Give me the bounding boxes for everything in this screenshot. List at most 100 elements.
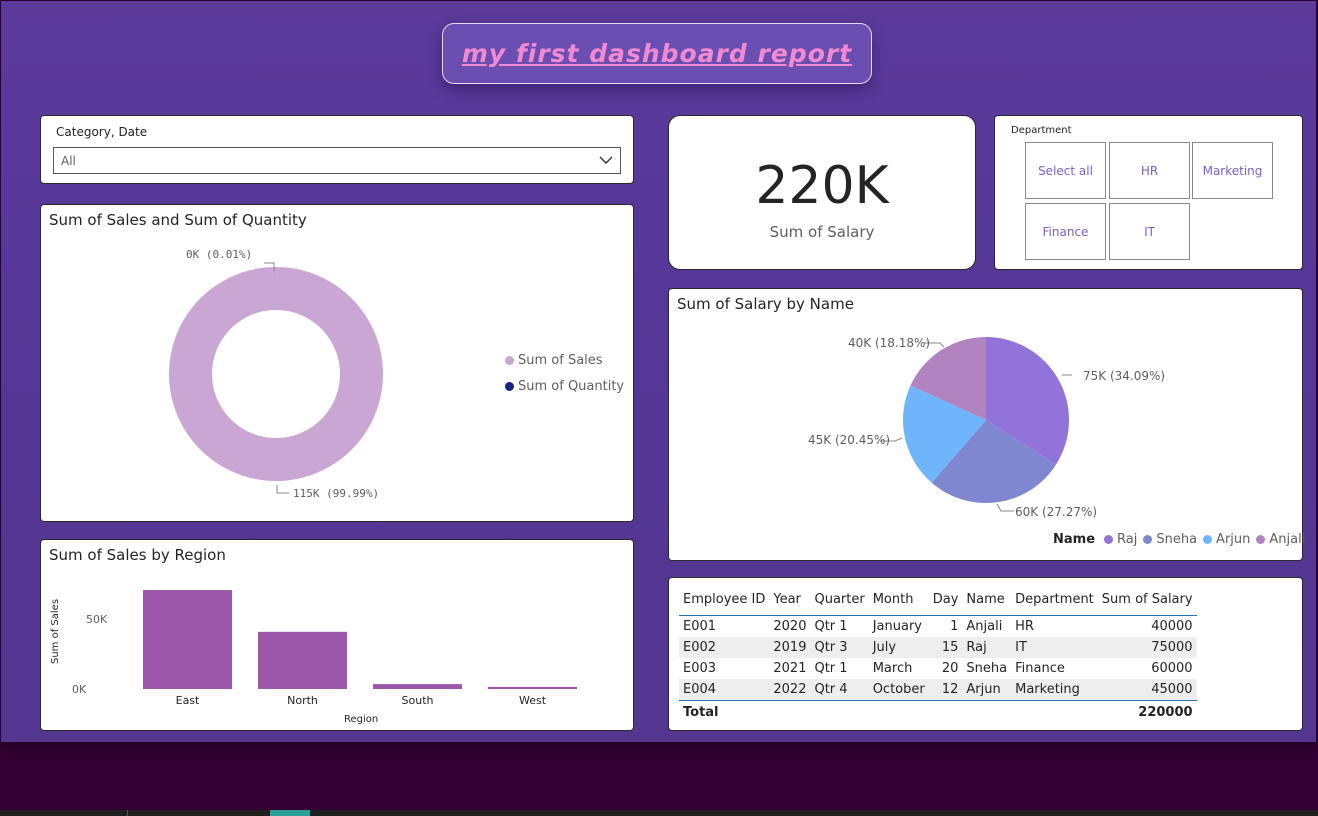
table-cell: Finance (1015, 661, 1065, 676)
pie-chart-card: Sum of Salary by Name 75K (34.09%) 40K (… (668, 288, 1305, 561)
salary-table: Employee ID Year Quarter Month Day Name … (679, 584, 1197, 723)
legend-item-sum-of-sales[interactable]: Sum of Sales (505, 353, 603, 368)
pie-chart: 75K (34.09%) 40K (18.18%) 45K (20.45%) 6… (808, 336, 1165, 519)
pie-legend: Name Raj Sneha Arjun Anjali (1053, 532, 1305, 547)
legend-item-arjun[interactable]: Arjun (1203, 532, 1250, 547)
kpi-card: 220K Sum of Salary (668, 115, 976, 270)
pie-label-anjali: 40K (18.18%) (848, 336, 930, 350)
bar-chart: 50K 0K Sum of Sales Region East North Sout… (50, 590, 577, 725)
table-row[interactable]: E004 2022 Qtr 4 October 12 Arjun Marketi… (679, 679, 1197, 701)
legend-item-anjali[interactable]: Anjali (1256, 532, 1305, 547)
y-tick-50k: 50K (86, 613, 108, 626)
legend-dot-icon (1143, 535, 1153, 544)
table-cell: 2020 (773, 619, 807, 634)
table-cell: Qtr 1 (814, 661, 848, 676)
column-header[interactable]: Employee ID (679, 584, 770, 616)
table-cell: E004 (679, 679, 770, 701)
legend-item-sneha[interactable]: Sneha (1143, 532, 1197, 547)
table-cell: 75000 (1097, 637, 1197, 658)
bar-north[interactable] (258, 631, 347, 689)
category-date-slicer: Category, Date All (40, 115, 634, 184)
legend-item-raj[interactable]: Raj (1104, 532, 1137, 547)
table-cell: Sneha (966, 661, 1008, 676)
table-cell: 2021 (773, 661, 807, 676)
chevron-down-icon (598, 152, 614, 172)
pie-label-arjun: 45K (20.45%) (808, 433, 890, 447)
x-tick-label: North (287, 694, 318, 707)
slice-sum-of-sales[interactable] (169, 267, 384, 481)
table-cell: July (868, 637, 929, 658)
column-header[interactable]: Day (928, 584, 963, 616)
table-row[interactable]: E002 2019 Qtr 3 July 15 Raj IT 75000 (679, 637, 1197, 658)
column-header[interactable]: Sum of Salary (1097, 584, 1197, 616)
dropdown-value: All (61, 154, 76, 168)
column-header[interactable]: Name (962, 584, 1012, 616)
pie-label-raj: 75K (34.09%) (1083, 369, 1165, 383)
department-label: Department (1011, 125, 1072, 136)
table-header-row: Employee ID Year Quarter Month Day Name … (679, 584, 1197, 616)
table-cell: January (872, 619, 922, 634)
taskbar-separator (127, 810, 128, 816)
donut-label-large: 115K (99.99%) (293, 487, 379, 500)
y-tick-0k: 0K (72, 683, 87, 696)
department-slicer: Department Select all HR Marketing Finan… (994, 115, 1303, 270)
table-cell: 60000 (1151, 661, 1193, 676)
table-cell: 40000 (1151, 619, 1193, 634)
bar-chart-card: Sum of Sales by Region 50K 0K Sum of Sal… (40, 539, 634, 731)
table-cell: IT (1011, 637, 1098, 658)
legend-item-sum-of-quantity[interactable]: Sum of Quantity (505, 379, 624, 394)
table-cell: E003 (683, 661, 717, 676)
legend-label: Sum of Sales (518, 353, 603, 368)
table-cell: Qtr 4 (810, 679, 869, 701)
table-cell: Anjali (966, 619, 1003, 634)
table-cell: 20 (941, 661, 959, 676)
table-cell: Qtr 1 (814, 619, 848, 634)
column-header[interactable]: Quarter (810, 584, 869, 616)
tile-hr[interactable]: HR (1109, 142, 1190, 199)
table-cell: 1 (950, 619, 959, 634)
slicer-label: Category, Date (56, 125, 148, 139)
legend-dot-icon (1256, 535, 1266, 544)
legend-dot-icon (505, 382, 514, 391)
table-cell: E001 (683, 619, 717, 634)
kpi-label: Sum of Salary (769, 223, 875, 241)
table-cell: E002 (679, 637, 770, 658)
tile-select-all[interactable]: Select all (1025, 142, 1106, 199)
table-cell: Qtr 3 (810, 637, 869, 658)
donut-chart-card: Sum of Sales and Sum of Quantity 0K (0.0… (40, 204, 634, 522)
table-total-row: Total 220000 (679, 701, 1197, 724)
tile-finance[interactable]: Finance (1025, 203, 1106, 260)
bar-west[interactable] (488, 686, 577, 689)
bar-east[interactable] (143, 590, 232, 689)
taskbar-active-indicator[interactable] (270, 810, 310, 816)
column-header[interactable]: Department (1011, 584, 1098, 616)
kpi-value: 220K (755, 156, 889, 216)
column-header[interactable]: Month (868, 584, 929, 616)
x-axis-label: Region (344, 714, 378, 725)
table-cell: Marketing (1011, 679, 1098, 701)
tile-marketing[interactable]: Marketing (1192, 142, 1273, 199)
table-cell: 2019 (769, 637, 811, 658)
table-cell: 2022 (769, 679, 811, 701)
x-tick-label: South (402, 694, 434, 707)
bar-south[interactable] (373, 684, 462, 689)
column-header[interactable]: Year (769, 584, 811, 616)
legend-dot-icon (505, 356, 514, 365)
table-cell: March (872, 661, 913, 676)
table-row[interactable]: E001 2020 Qtr 1 January 1 Anjali HR 4000… (679, 616, 1197, 638)
x-tick-label: West (519, 694, 547, 707)
table-row[interactable]: E003 2021 Qtr 1 March 20 Sneha Finance 6… (679, 658, 1197, 679)
legend-dot-icon (1104, 535, 1114, 544)
tile-it[interactable]: IT (1109, 203, 1190, 260)
total-label: Total (683, 705, 719, 720)
y-axis-label: Sum of Sales (50, 599, 61, 664)
total-value: 220000 (1138, 705, 1193, 720)
table-cell: October (868, 679, 929, 701)
category-date-dropdown[interactable]: All (53, 147, 621, 174)
x-tick-label: East (176, 694, 200, 707)
table-cell: HR (1015, 619, 1034, 634)
legend-title: Name (1053, 532, 1096, 547)
taskbar (0, 810, 1318, 816)
legend-label: Sum of Quantity (518, 379, 625, 394)
salary-table-card: Employee ID Year Quarter Month Day Name … (668, 577, 1303, 731)
